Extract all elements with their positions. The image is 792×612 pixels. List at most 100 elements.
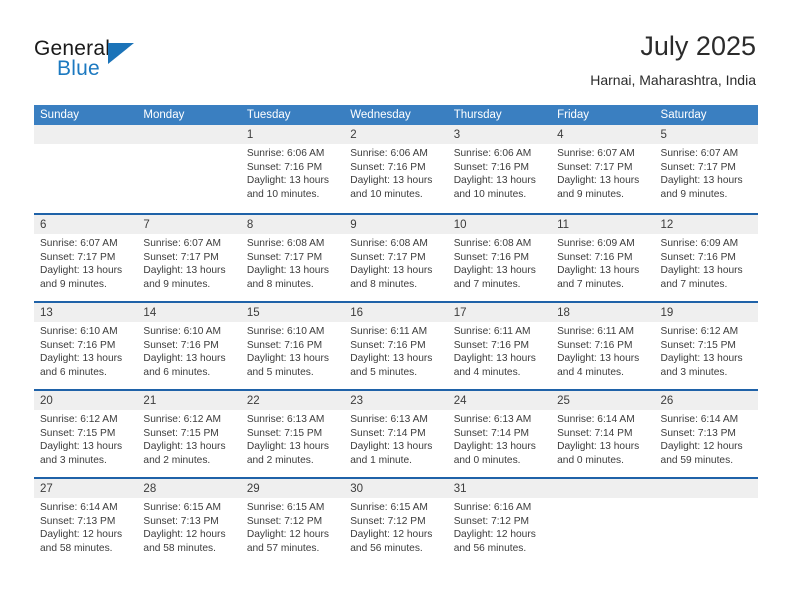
sunset-text: Sunset: 7:13 PM xyxy=(40,515,116,527)
sunrise-text: Sunrise: 6:08 AM xyxy=(453,238,532,249)
day-number: 30 xyxy=(350,483,364,495)
sunrise-text: Sunrise: 6:13 AM xyxy=(350,414,428,425)
day-details: Sunrise: 6:09 AM Sunset: 7:16 PM Dayligh… xyxy=(655,234,758,291)
page-header: General Blue July 2025 Harnai, Maharasht… xyxy=(0,0,792,104)
day-cell[interactable]: 24 Sunrise: 6:13 AM Sunset: 7:14 PM Dayl… xyxy=(447,391,552,477)
day-cell[interactable]: 19 Sunrise: 6:12 AM Sunset: 7:15 PM Dayl… xyxy=(654,303,758,389)
day-number-band: 28 xyxy=(137,479,241,498)
page-title: July 2025 xyxy=(640,31,756,61)
day-number: 13 xyxy=(40,307,53,319)
day-number-band: 20 xyxy=(34,391,138,410)
day-cell[interactable]: 12 Sunrise: 6:09 AM Sunset: 7:16 PM Dayl… xyxy=(654,215,758,301)
day-cell[interactable]: 25 Sunrise: 6:14 AM Sunset: 7:14 PM Dayl… xyxy=(551,391,655,477)
day-cell[interactable]: 9 Sunrise: 6:08 AM Sunset: 7:17 PM Dayli… xyxy=(344,215,448,301)
day-number-band: 10 xyxy=(447,215,552,234)
day-cell[interactable]: 4 Sunrise: 6:07 AM Sunset: 7:17 PM Dayli… xyxy=(551,125,655,213)
day-cell[interactable]: 13 Sunrise: 6:10 AM Sunset: 7:16 PM Dayl… xyxy=(34,303,138,389)
sunset-text: Sunset: 7:16 PM xyxy=(40,339,116,351)
sunrise-text: Sunrise: 6:14 AM xyxy=(557,414,635,425)
day-cell[interactable]: 31 Sunrise: 6:16 AM Sunset: 7:12 PM Dayl… xyxy=(447,479,552,565)
day-cell[interactable]: 29 Sunrise: 6:15 AM Sunset: 7:12 PM Dayl… xyxy=(240,479,345,565)
day-cell[interactable]: 27 Sunrise: 6:14 AM Sunset: 7:13 PM Dayl… xyxy=(34,479,138,565)
daylight-text-line2: and 3 minutes. xyxy=(40,454,107,466)
day-cell[interactable]: 10 Sunrise: 6:08 AM Sunset: 7:16 PM Dayl… xyxy=(447,215,552,301)
week-row: 6 Sunrise: 6:07 AM Sunset: 7:17 PM Dayli… xyxy=(34,213,758,301)
day-cell[interactable]: 22 Sunrise: 6:13 AM Sunset: 7:15 PM Dayl… xyxy=(240,391,345,477)
day-cell[interactable] xyxy=(654,479,758,565)
day-cell[interactable] xyxy=(34,125,138,213)
day-cell[interactable]: 2 Sunrise: 6:06 AM Sunset: 7:16 PM Dayli… xyxy=(344,125,448,213)
day-number: 21 xyxy=(143,395,157,407)
sunset-text: Sunset: 7:16 PM xyxy=(350,339,426,351)
daylight-text-line1: Daylight: 13 hours xyxy=(453,441,536,452)
day-cell[interactable]: 1 Sunrise: 6:06 AM Sunset: 7:16 PM Dayli… xyxy=(240,125,345,213)
day-number-band: 31 xyxy=(447,479,552,498)
day-cell[interactable]: 6 Sunrise: 6:07 AM Sunset: 7:17 PM Dayli… xyxy=(34,215,138,301)
day-cell[interactable]: 23 Sunrise: 6:13 AM Sunset: 7:14 PM Dayl… xyxy=(344,391,448,477)
day-number xyxy=(655,483,661,495)
day-number: 6 xyxy=(40,219,47,231)
sunset-text: Sunset: 7:14 PM xyxy=(453,427,530,439)
daylight-text-line2: and 0 minutes. xyxy=(453,454,521,466)
day-cell[interactable]: 30 Sunrise: 6:15 AM Sunset: 7:12 PM Dayl… xyxy=(344,479,448,565)
day-cell[interactable]: 28 Sunrise: 6:15 AM Sunset: 7:13 PM Dayl… xyxy=(137,479,241,565)
day-number-band: 6 xyxy=(34,215,138,234)
day-number-band: 23 xyxy=(344,391,448,410)
weekday-header-friday: Friday xyxy=(557,109,590,121)
day-cell[interactable]: 15 Sunrise: 6:10 AM Sunset: 7:16 PM Dayl… xyxy=(240,303,345,389)
day-details: Sunrise: 6:15 AM Sunset: 7:13 PM Dayligh… xyxy=(137,498,240,555)
day-number-band: 1 xyxy=(240,125,345,144)
day-details: Sunrise: 6:06 AM Sunset: 7:16 PM Dayligh… xyxy=(344,144,447,201)
general-blue-logo[interactable]: General Blue xyxy=(34,37,154,83)
daylight-text-line1: Daylight: 12 hours xyxy=(40,529,123,540)
daylight-text-line2: and 9 minutes. xyxy=(557,188,624,200)
daylight-text-line2: and 5 minutes. xyxy=(350,366,418,378)
day-details xyxy=(137,144,240,147)
sunset-text: Sunset: 7:14 PM xyxy=(350,427,426,439)
day-cell[interactable] xyxy=(137,125,241,213)
day-number: 7 xyxy=(143,219,150,231)
sunrise-text: Sunrise: 6:12 AM xyxy=(660,326,739,337)
day-cell[interactable]: 17 Sunrise: 6:11 AM Sunset: 7:16 PM Dayl… xyxy=(447,303,552,389)
day-cell[interactable]: 21 Sunrise: 6:12 AM Sunset: 7:15 PM Dayl… xyxy=(137,391,241,477)
day-cell[interactable]: 16 Sunrise: 6:11 AM Sunset: 7:16 PM Dayl… xyxy=(344,303,448,389)
day-details: Sunrise: 6:11 AM Sunset: 7:16 PM Dayligh… xyxy=(344,322,447,379)
day-number: 2 xyxy=(350,129,357,141)
day-cell[interactable] xyxy=(551,479,655,565)
logo-text-blue: Blue xyxy=(57,57,100,80)
sunrise-text: Sunrise: 6:06 AM xyxy=(350,148,428,159)
day-number-band: 13 xyxy=(34,303,138,322)
day-cell[interactable]: 14 Sunrise: 6:10 AM Sunset: 7:16 PM Dayl… xyxy=(137,303,241,389)
day-details: Sunrise: 6:06 AM Sunset: 7:16 PM Dayligh… xyxy=(241,144,344,201)
sunrise-text: Sunrise: 6:13 AM xyxy=(453,414,532,425)
weekday-header-tuesday: Tuesday xyxy=(246,109,291,121)
week-row: 1 Sunrise: 6:06 AM Sunset: 7:16 PM Dayli… xyxy=(34,125,758,213)
day-number: 23 xyxy=(350,395,364,407)
day-cell[interactable]: 7 Sunrise: 6:07 AM Sunset: 7:17 PM Dayli… xyxy=(137,215,241,301)
day-cell[interactable]: 8 Sunrise: 6:08 AM Sunset: 7:17 PM Dayli… xyxy=(240,215,345,301)
day-cell[interactable]: 11 Sunrise: 6:09 AM Sunset: 7:16 PM Dayl… xyxy=(551,215,655,301)
daylight-text-line2: and 59 minutes. xyxy=(660,454,734,466)
sunrise-text: Sunrise: 6:06 AM xyxy=(246,148,325,159)
daylight-text-line1: Daylight: 13 hours xyxy=(557,175,640,186)
day-details: Sunrise: 6:08 AM Sunset: 7:17 PM Dayligh… xyxy=(241,234,344,291)
sunrise-text: Sunrise: 6:10 AM xyxy=(40,326,118,337)
daylight-text-line2: and 1 minute. xyxy=(350,454,412,466)
day-cell[interactable]: 3 Sunrise: 6:06 AM Sunset: 7:16 PM Dayli… xyxy=(447,125,552,213)
day-details: Sunrise: 6:10 AM Sunset: 7:16 PM Dayligh… xyxy=(34,322,137,379)
day-number-band: 15 xyxy=(240,303,345,322)
sunrise-text: Sunrise: 6:12 AM xyxy=(143,414,222,425)
sunrise-text: Sunrise: 6:08 AM xyxy=(350,238,428,249)
day-number-band: 14 xyxy=(137,303,241,322)
day-cell[interactable]: 18 Sunrise: 6:11 AM Sunset: 7:16 PM Dayl… xyxy=(551,303,655,389)
day-details: Sunrise: 6:16 AM Sunset: 7:12 PM Dayligh… xyxy=(448,498,551,555)
day-cell[interactable]: 20 Sunrise: 6:12 AM Sunset: 7:15 PM Dayl… xyxy=(34,391,138,477)
daylight-text-line2: and 3 minutes. xyxy=(660,366,728,378)
daylight-text-line2: and 8 minutes. xyxy=(246,278,314,290)
day-cell[interactable]: 26 Sunrise: 6:14 AM Sunset: 7:13 PM Dayl… xyxy=(654,391,758,477)
day-cell[interactable]: 5 Sunrise: 6:07 AM Sunset: 7:17 PM Dayli… xyxy=(654,125,758,213)
day-number: 28 xyxy=(143,483,157,495)
day-number-band: 17 xyxy=(447,303,552,322)
sunrise-text: Sunrise: 6:08 AM xyxy=(246,238,325,249)
weekday-header-monday: Monday xyxy=(143,109,185,121)
